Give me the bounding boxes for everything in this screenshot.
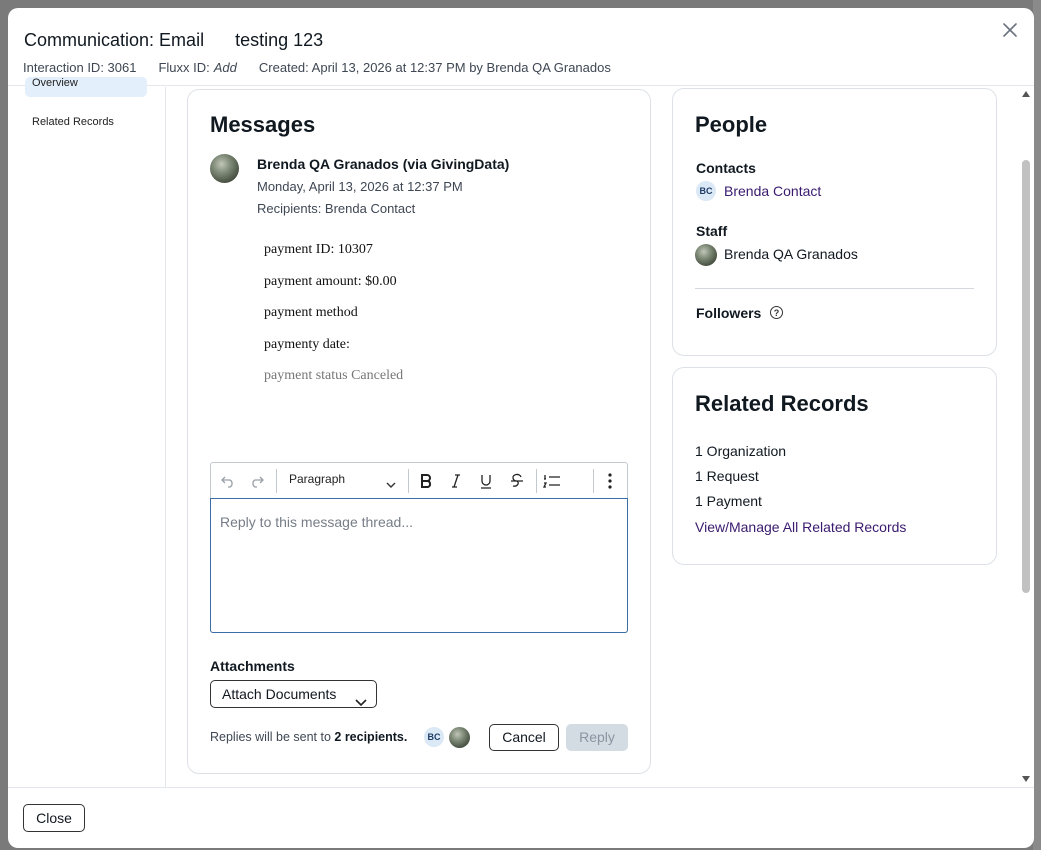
related-records-heading: Related Records (695, 391, 869, 416)
staff-label: Staff (696, 223, 728, 239)
modal-body: Overview Related Records Messages Brenda… (8, 77, 1034, 787)
help-icon[interactable]: ? (770, 306, 783, 319)
contacts-label: Contacts (696, 160, 756, 176)
messages-heading: Messages (210, 112, 316, 137)
chevron-down-icon (355, 689, 367, 715)
toolbar-divider (536, 469, 537, 493)
messages-card: Messages Brenda QA Granados (via GivingD… (187, 89, 651, 774)
body-line: paymenty date: (264, 336, 350, 352)
replies-note-text: Replies will be sent to (210, 730, 331, 744)
scrollbar-thumb[interactable] (1022, 160, 1030, 593)
more-options-icon[interactable] (599, 470, 621, 492)
modal-title: Communication: Email (24, 30, 205, 50)
meta-row: Interaction ID: 3061 Fluxx ID: Add Creat… (23, 60, 611, 75)
reply-editor: Paragraph Reply to this message thread..… (210, 462, 628, 633)
reply-button[interactable]: Reply (566, 724, 628, 751)
body-line: payment status Canceled (264, 368, 404, 383)
replies-note: Replies will be sent to 2 recipients. (210, 730, 407, 744)
sent-date: Monday, April 13, 2026 at 12:37 PM (257, 179, 463, 194)
chevron-down-icon (386, 476, 396, 494)
fluxx-id-label: Fluxx ID: (158, 60, 210, 75)
reply-placeholder: Reply to this message thread... (220, 514, 413, 530)
strikethrough-icon[interactable] (506, 470, 528, 492)
body-line: payment amount: $0.00 (264, 273, 397, 289)
close-icon[interactable] (1001, 21, 1019, 39)
bold-icon[interactable] (415, 470, 437, 492)
recipients: Recipients: Brenda Contact (257, 201, 416, 216)
toolbar-divider (276, 469, 277, 493)
related-payment: 1 Payment (695, 493, 762, 509)
attachments-label: Attachments (210, 658, 295, 674)
staff-name: Brenda QA Granados (724, 246, 858, 262)
people-heading: People (695, 112, 768, 137)
contact-badge-bc: BC (696, 181, 716, 201)
view-manage-related-records-link[interactable]: View/Manage All Related Records (695, 519, 906, 535)
numbered-list-icon[interactable] (541, 470, 563, 492)
replies-note-count: 2 recipients. (334, 730, 408, 744)
toolbar-divider (408, 469, 409, 493)
close-button[interactable]: Close (23, 804, 85, 832)
title-row: Communication: Email testing 123 (24, 30, 323, 51)
divider (695, 288, 974, 289)
scroll-down-arrow-icon[interactable] (1022, 776, 1030, 782)
attach-documents-label: Attach Documents (222, 686, 337, 702)
sender-name: Brenda QA Granados (via GivingData) (257, 156, 510, 172)
underline-icon[interactable] (475, 470, 497, 492)
redo-icon[interactable] (246, 470, 268, 492)
recipient-avatar (449, 727, 470, 748)
body-line: payment method (264, 305, 358, 320)
contact-link[interactable]: Brenda Contact (724, 183, 821, 199)
attach-documents-button[interactable]: Attach Documents (210, 680, 377, 708)
editor-toolbar: Paragraph (211, 463, 627, 499)
interaction-id: Interaction ID: 3061 (23, 60, 137, 75)
block-format-select[interactable]: Paragraph (289, 472, 345, 486)
modal-footer: Close (8, 787, 1034, 848)
created-info: Created: April 13, 2026 at 12:37 PM by B… (258, 60, 611, 75)
body-line: payment ID: 10307 (264, 242, 373, 257)
email-body: payment ID: 10307 payment amount: $0.00 … (264, 242, 403, 400)
scrollbar[interactable] (1020, 87, 1032, 787)
cancel-button[interactable]: Cancel (489, 724, 559, 751)
sender-avatar (210, 154, 239, 183)
staff-avatar (695, 244, 717, 266)
fluxx-id-add-link[interactable]: Add (214, 60, 237, 75)
modal-header: Communication: Email testing 123 Interac… (8, 8, 1034, 86)
recipient-badge-bc: BC (424, 727, 444, 747)
related-request: 1 Request (695, 468, 759, 484)
background-app (1033, 0, 1041, 850)
people-card: People Contacts BC Brenda Contact Staff … (672, 88, 997, 356)
followers-label: Followers (696, 305, 762, 321)
reply-textarea[interactable]: Reply to this message thread... (210, 498, 628, 633)
email-subject: testing 123 (235, 30, 324, 50)
related-organization: 1 Organization (695, 443, 787, 459)
italic-icon[interactable] (445, 470, 467, 492)
undo-icon[interactable] (217, 470, 239, 492)
toolbar-divider (593, 469, 594, 493)
side-nav: Overview Related Records (8, 77, 166, 787)
nav-item-overview[interactable]: Overview (25, 77, 147, 97)
nav-item-overview-label: Overview (32, 77, 78, 89)
nav-item-related-records[interactable]: Related Records (32, 116, 114, 128)
related-records-card: Related Records 1 Organization 1 Request… (672, 367, 997, 565)
scroll-up-arrow-icon[interactable] (1022, 91, 1030, 97)
communication-modal: Communication: Email testing 123 Interac… (8, 8, 1034, 848)
